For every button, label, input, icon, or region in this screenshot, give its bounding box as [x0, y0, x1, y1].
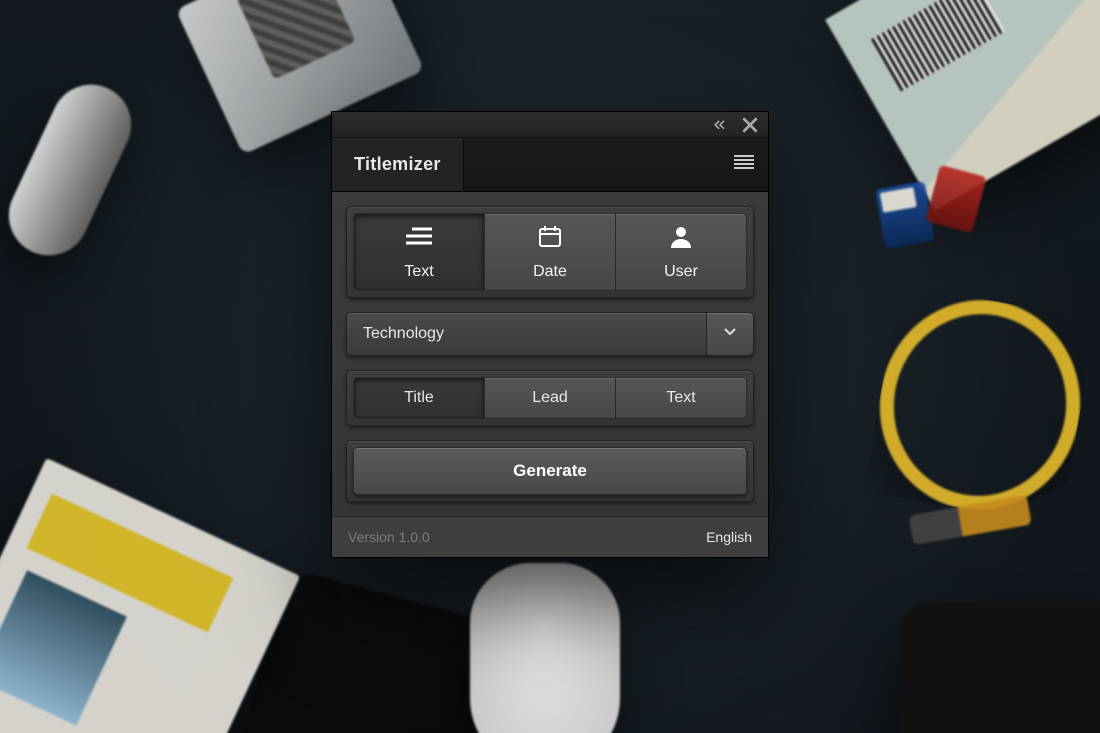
bg-mouse	[470, 563, 620, 733]
panel-footer: Version 1.0.0 English	[332, 516, 768, 557]
title-bar: Titlemizer	[332, 138, 768, 192]
window-system-bar	[332, 112, 768, 138]
tab-text[interactable]: Text	[353, 213, 485, 291]
bg-appletv	[900, 603, 1100, 733]
dropdown-toggle[interactable]	[707, 313, 753, 355]
tab-label: User	[664, 263, 698, 281]
segment-title[interactable]: Title	[353, 377, 485, 419]
segment-lead[interactable]: Lead	[485, 377, 616, 419]
output-format-segment: Title Lead Text	[346, 370, 754, 426]
user-icon	[668, 224, 694, 253]
language-selector[interactable]: English	[706, 529, 752, 545]
app-title: Titlemizer	[332, 138, 464, 191]
text-lines-icon	[406, 224, 432, 253]
chevron-down-icon	[724, 325, 736, 343]
tab-label: Date	[533, 263, 567, 281]
version-label: Version 1.0.0	[348, 529, 430, 545]
dropdown-selected-label: Technology	[347, 313, 707, 355]
close-icon[interactable]	[742, 117, 758, 133]
collapse-icon[interactable]	[712, 117, 728, 133]
tab-date[interactable]: Date	[485, 213, 616, 291]
tab-label: Text	[404, 263, 433, 281]
menu-button[interactable]	[720, 138, 768, 191]
tab-user[interactable]: User	[616, 213, 747, 291]
generate-button[interactable]: Generate	[353, 447, 747, 495]
hamburger-icon	[734, 155, 754, 174]
bg-mic	[0, 72, 144, 269]
titlemizer-panel: Titlemizer Text Date	[332, 112, 768, 557]
content-type-tabs: Text Date User	[346, 206, 754, 298]
calendar-icon	[537, 224, 563, 253]
generate-row: Generate	[346, 440, 754, 502]
category-dropdown[interactable]: Technology	[346, 312, 754, 356]
segment-text[interactable]: Text	[616, 377, 747, 419]
bg-cable	[863, 284, 1096, 526]
